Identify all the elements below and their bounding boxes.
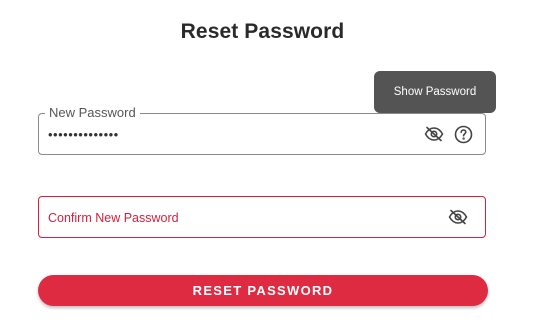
question-circle-icon <box>454 125 473 144</box>
reset-password-page: Reset Password Show Password New Passwor… <box>0 0 535 328</box>
confirm-password-field[interactable]: Confirm New Password <box>38 196 486 238</box>
new-password-field[interactable]: New Password •••••••••••••• <box>38 105 486 155</box>
eye-slash-icon <box>448 209 468 225</box>
show-password-tooltip: Show Password <box>374 71 496 113</box>
new-password-label: New Password <box>45 105 140 121</box>
eye-slash-icon <box>424 126 444 142</box>
reset-password-button[interactable]: RESET PASSWORD <box>38 275 488 306</box>
confirm-password-placeholder: Confirm New Password <box>48 211 179 225</box>
new-password-value[interactable]: •••••••••••••• <box>48 128 119 142</box>
toggle-password-visibility-button[interactable] <box>423 123 445 145</box>
tooltip-text: Show Password <box>393 86 477 98</box>
password-help-button[interactable] <box>452 123 474 145</box>
toggle-confirm-visibility-button[interactable] <box>447 206 469 228</box>
page-title: Reset Password <box>180 20 345 43</box>
